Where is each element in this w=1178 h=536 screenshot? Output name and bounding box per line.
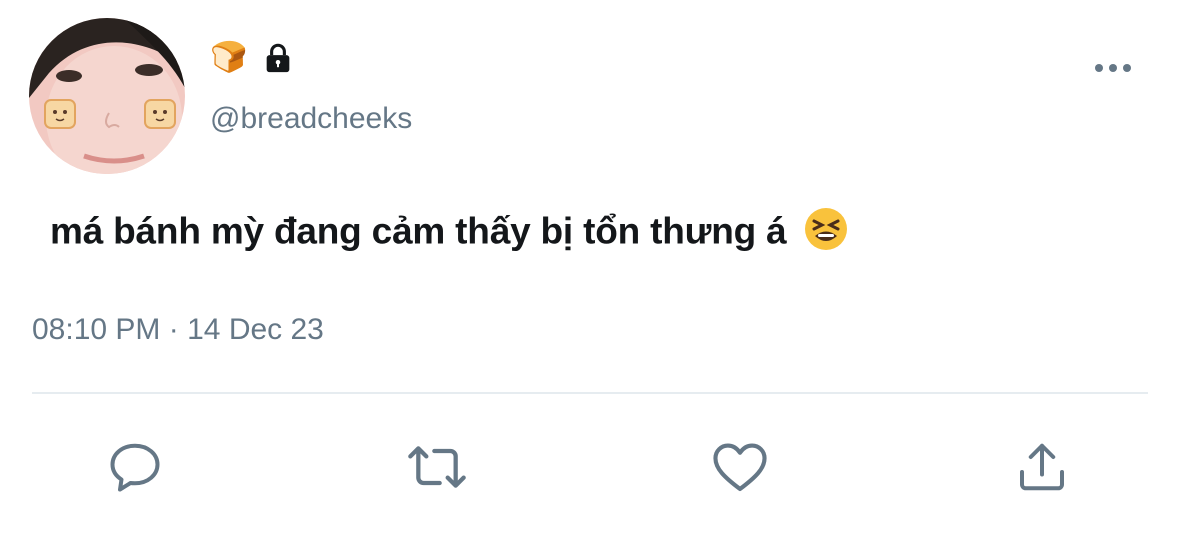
reply-button[interactable] — [100, 432, 170, 502]
avatar[interactable] — [29, 18, 185, 174]
more-options-button[interactable] — [1088, 52, 1138, 84]
tweet-time: 08:10 PM — [32, 313, 161, 346]
lock-icon — [261, 41, 295, 75]
timestamp-separator: · — [168, 313, 179, 346]
tweet-body: má bánh mỳ đang cảm thấy bị tổn thưng á — [50, 206, 849, 261]
more-icon — [1095, 64, 1131, 72]
divider — [32, 392, 1148, 394]
tweet-timestamp[interactable]: 08:10 PM · 14 Dec 23 — [32, 313, 324, 347]
tired-face-emoji — [803, 206, 849, 261]
like-button[interactable] — [705, 432, 775, 502]
user-handle[interactable]: @breadcheeks — [210, 102, 412, 136]
retweet-icon — [408, 446, 466, 488]
retweet-button[interactable] — [402, 432, 472, 502]
reply-icon — [110, 443, 160, 492]
bread-emoji: 🍞 — [210, 41, 248, 74]
share-icon — [1020, 443, 1064, 491]
heart-icon — [713, 443, 767, 492]
tweet-date: 14 Dec 23 — [187, 313, 324, 346]
avatar-image — [29, 18, 185, 174]
share-button[interactable] — [1007, 432, 1077, 502]
tweet-text: má bánh mỳ đang cảm thấy bị tổn thưng á — [50, 210, 787, 252]
display-name[interactable]: 🍞 — [210, 40, 295, 76]
